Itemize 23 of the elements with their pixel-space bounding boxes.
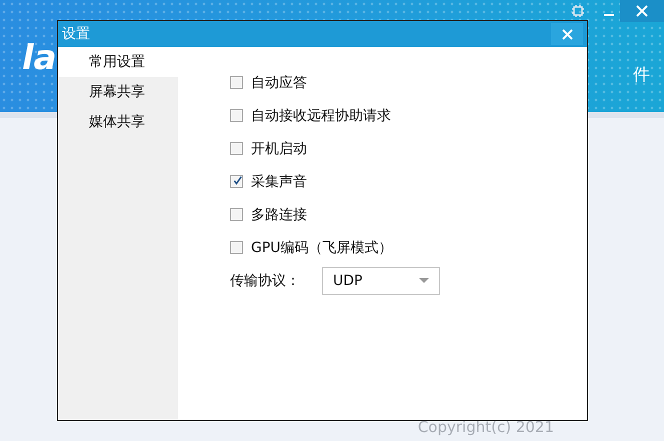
window-title: 设置 xyxy=(62,25,90,43)
option-label: 多路连接 xyxy=(251,206,307,224)
checkbox[interactable] xyxy=(230,109,243,122)
app-logo: la xyxy=(22,38,57,78)
option-label: 开机启动 xyxy=(251,140,307,158)
protocol-select[interactable]: UDP xyxy=(322,266,440,294)
option-label: 自动接收远程协助请求 xyxy=(251,106,391,124)
sidebar-item[interactable]: 常用设置 xyxy=(58,47,178,77)
protocol-label: 传输协议： xyxy=(230,272,300,290)
checkbox[interactable] xyxy=(230,208,243,221)
caret-icon xyxy=(419,278,429,283)
copyright-text: Copyright(c) 2021 xyxy=(418,418,554,436)
option-label: 自动应答 xyxy=(251,74,307,92)
option-label: GPU编码（飞屏模式） xyxy=(251,238,393,256)
checkbox[interactable] xyxy=(230,142,243,155)
close-icon[interactable] xyxy=(620,0,664,22)
option-label: 采集声音 xyxy=(251,172,307,190)
sidebar-item[interactable]: 屏幕共享 xyxy=(58,77,178,107)
checkbox[interactable] xyxy=(230,175,243,188)
checkbox[interactable] xyxy=(230,76,243,89)
checkbox[interactable] xyxy=(230,241,243,254)
close-icon xyxy=(562,28,572,40)
sidebar-item[interactable]: 媒体共享 xyxy=(58,107,178,137)
